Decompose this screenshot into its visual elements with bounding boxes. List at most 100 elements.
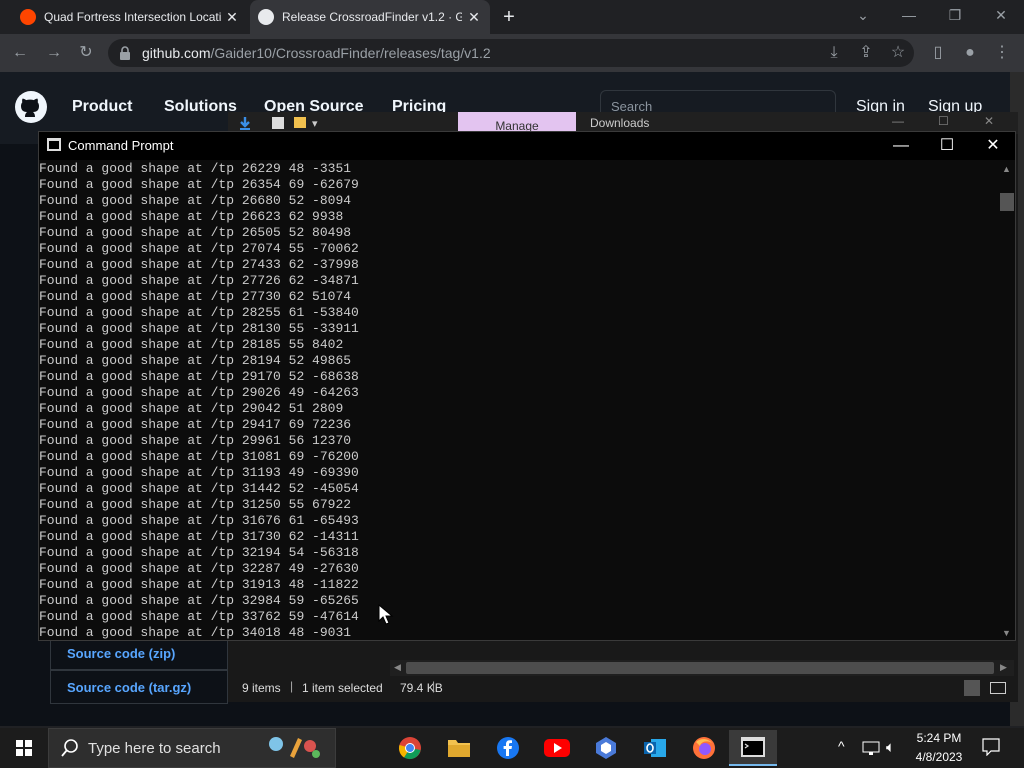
download-arrow-icon xyxy=(238,116,252,130)
tab-github-release[interactable]: Release CrossroadFinder v1.2 · Gi ✕ xyxy=(250,0,490,34)
properties-icon[interactable] xyxy=(272,117,284,129)
tab-reddit[interactable]: Quad Fortress Intersection Locati ✕ xyxy=(12,0,248,34)
cmd-title: Command Prompt xyxy=(68,138,174,153)
explorer-statusbar: 9 items | 1 item selected 79.4 KB | xyxy=(228,676,1018,700)
cmd-titlebar[interactable] xyxy=(39,132,1015,160)
cmd-output-line: Found a good shape at /tp 26229 48 -3351 xyxy=(39,161,352,176)
bookmark-star-icon[interactable]: ☆ xyxy=(886,41,910,65)
cmd-output-line: Found a good shape at /tp 33762 59 -4761… xyxy=(39,609,359,624)
menu-icon[interactable]: ⋮ xyxy=(990,41,1014,65)
forward-icon[interactable]: → xyxy=(42,41,66,65)
minimize-button[interactable]: — xyxy=(894,4,924,26)
firefox-icon[interactable] xyxy=(680,730,728,766)
asset-label: Source code (tar.gz) xyxy=(67,680,192,695)
cmd-close-button[interactable]: ✕ xyxy=(970,132,1016,160)
github-icon xyxy=(258,9,274,25)
scrollbar-thumb[interactable] xyxy=(1000,193,1014,211)
cmd-output-line: Found a good shape at /tp 32194 54 -5631… xyxy=(39,545,359,560)
lock-icon[interactable] xyxy=(118,45,132,61)
outlook-icon[interactable] xyxy=(631,730,679,766)
cmd-window-icon[interactable] xyxy=(47,138,61,151)
side-panel-icon[interactable]: ▯ xyxy=(926,41,950,65)
url-path: /Gaider10/CrossroadFinder/releases/tag/v… xyxy=(210,45,491,61)
cmd-output[interactable]: Found a good shape at /tp 26229 48 -3351… xyxy=(39,161,999,640)
mouse-cursor-icon xyxy=(378,604,394,626)
youtube-icon[interactable] xyxy=(533,730,581,766)
cmd-output-line: Found a good shape at /tp 26623 62 9938 xyxy=(39,209,344,224)
cmd-output-line: Found a good shape at /tp 28194 52 49865 xyxy=(39,353,352,368)
cmd-output-line: Found a good shape at /tp 31730 62 -1431… xyxy=(39,529,359,544)
status-size: 79.4 KB xyxy=(400,681,443,695)
restore-button[interactable]: ❐ xyxy=(940,4,970,26)
back-icon[interactable]: ← xyxy=(8,41,32,65)
chevron-up-icon[interactable]: ^ xyxy=(838,738,845,754)
divider: | xyxy=(432,679,436,693)
clock-time[interactable]: 5:24 PM xyxy=(905,731,973,745)
copilot-icon[interactable] xyxy=(582,730,630,766)
clock-date[interactable]: 4/8/2023 xyxy=(905,750,973,764)
cmd-output-line: Found a good shape at /tp 29026 49 -6426… xyxy=(39,385,359,400)
cmd-output-line: Found a good shape at /tp 26505 52 80498 xyxy=(39,225,352,240)
cmd-minimize-button[interactable]: — xyxy=(878,132,924,160)
cmd-output-line: Found a good shape at /tp 31913 48 -1182… xyxy=(39,577,359,592)
explorer-title: Downloads xyxy=(590,116,650,130)
cmd-output-line: Found a good shape at /tp 27433 62 -3799… xyxy=(39,257,359,272)
nav-product[interactable]: Product xyxy=(72,98,132,116)
volume-icon[interactable]: 🔈︎ xyxy=(886,739,895,756)
close-window-button[interactable]: ✕ xyxy=(986,4,1016,26)
profile-icon[interactable]: ● xyxy=(958,41,982,65)
cmd-output-line: Found a good shape at /tp 29961 56 12370 xyxy=(39,433,352,448)
divider: | xyxy=(290,679,294,693)
status-selected: 1 item selected xyxy=(302,681,383,695)
cmd-vertical-scrollbar[interactable] xyxy=(999,161,1015,640)
windows-start-icon[interactable] xyxy=(0,728,48,768)
url-text[interactable]: github.com/Gaider10/CrossroadFinder/rele… xyxy=(142,45,491,61)
cmd-maximize-button[interactable]: ☐ xyxy=(924,132,970,160)
customize-toolbar-icon[interactable]: ▾ xyxy=(312,117,318,130)
explorer-minimize-button[interactable]: — xyxy=(892,114,904,128)
large-icons-view-icon[interactable] xyxy=(990,682,1006,694)
status-item-count: 9 items xyxy=(242,681,281,695)
nav-solutions[interactable]: Solutions xyxy=(164,98,237,116)
tab-search-icon[interactable]: ⌄ xyxy=(848,4,878,26)
asset-source-targz[interactable]: Source code (tar.gz) xyxy=(50,670,228,704)
explorer-maximize-button[interactable]: ☐ xyxy=(938,114,949,128)
cmd-output-line: Found a good shape at /tp 29042 51 2809 xyxy=(39,401,344,416)
cmd-output-line: Found a good shape at /tp 34018 48 -9031 xyxy=(39,625,352,640)
file-explorer-icon[interactable] xyxy=(435,730,483,766)
scroll-right-icon[interactable]: ▶ xyxy=(1000,662,1007,673)
cmd-output-line: Found a good shape at /tp 31193 49 -6939… xyxy=(39,465,359,480)
search-icon xyxy=(60,738,80,758)
url-host: github.com xyxy=(142,45,211,61)
cmd-output-line: Found a good shape at /tp 28255 61 -5384… xyxy=(39,305,359,320)
chrome-icon[interactable] xyxy=(386,730,434,766)
github-logo-icon[interactable] xyxy=(14,90,48,124)
notifications-icon[interactable] xyxy=(982,738,1000,756)
reload-icon[interactable]: ↻ xyxy=(74,41,98,65)
cmd-output-line: Found a good shape at /tp 28185 55 8402 xyxy=(39,337,344,352)
reddit-icon xyxy=(20,9,36,25)
close-icon[interactable]: ✕ xyxy=(224,9,240,25)
cmd-output-line: Found a good shape at /tp 29417 69 72236 xyxy=(39,417,352,432)
cmd-output-line: Found a good shape at /tp 32984 59 -6526… xyxy=(39,593,359,608)
taskbar-search-placeholder: Type here to search xyxy=(88,740,221,757)
asset-source-zip[interactable]: Source code (zip) xyxy=(50,636,228,670)
details-view-icon[interactable] xyxy=(964,680,980,696)
command-prompt-icon[interactable] xyxy=(729,730,777,766)
scroll-down-icon[interactable]: ▼ xyxy=(1002,628,1011,638)
scrollbar-thumb[interactable] xyxy=(406,662,994,674)
share-icon[interactable]: ⇪ xyxy=(854,41,878,65)
install-app-icon[interactable]: ⤓ xyxy=(822,41,846,65)
explorer-close-button[interactable]: ✕ xyxy=(984,114,994,128)
cmd-output-line: Found a good shape at /tp 31081 69 -7620… xyxy=(39,449,359,464)
cmd-output-line: Found a good shape at /tp 31442 52 -4505… xyxy=(39,481,359,496)
asset-label: Source code (zip) xyxy=(67,646,176,661)
scroll-left-icon[interactable]: ◀ xyxy=(394,662,401,673)
scroll-up-icon[interactable]: ▲ xyxy=(1002,164,1011,174)
network-icon[interactable] xyxy=(862,740,880,756)
cmd-output-line: Found a good shape at /tp 27074 55 -7006… xyxy=(39,241,359,256)
facebook-icon[interactable] xyxy=(484,730,532,766)
new-folder-icon[interactable] xyxy=(294,117,306,128)
new-tab-button[interactable]: + xyxy=(498,6,520,28)
close-icon[interactable]: ✕ xyxy=(466,9,482,25)
